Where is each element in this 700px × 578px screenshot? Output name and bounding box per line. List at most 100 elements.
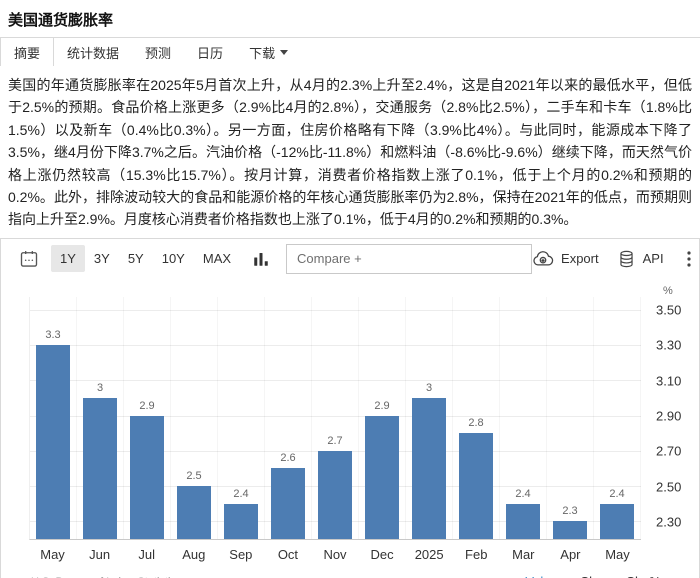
database-icon xyxy=(617,249,636,269)
range-button-10y[interactable]: 10Y xyxy=(153,245,194,272)
x-axis-label: Jul xyxy=(138,546,155,562)
footer-link-value[interactable]: Value xyxy=(525,574,557,578)
bar-slot: 2.8 xyxy=(453,296,500,539)
range-button-1y[interactable]: 1Y xyxy=(51,245,85,273)
bar-slot: 2.4 xyxy=(594,296,641,539)
export-button[interactable]: Export xyxy=(532,249,599,269)
export-label: Export xyxy=(561,251,599,267)
tab-statistics[interactable]: 统计数据 xyxy=(54,38,132,66)
bar-value-label: 2.9 xyxy=(374,399,390,412)
y-tick-label: 2.90 xyxy=(656,408,682,424)
range-button-5y[interactable]: 5Y xyxy=(119,245,153,272)
y-tick-label: 3.50 xyxy=(656,302,682,318)
bar[interactable] xyxy=(83,398,117,539)
x-axis-label: May xyxy=(605,546,630,562)
x-axis-label: Mar xyxy=(512,546,535,562)
bar-slot: 2.9 xyxy=(359,296,406,539)
tab-download[interactable]: 下载 xyxy=(236,38,301,66)
bar-chart: 3.3 3 2.9 2.5 2.4 2.6 2.7 2.9 3 2.8 2.4 2.3 2.4 % 3.… xyxy=(1,279,699,567)
y-axis: % 3.50 3.30 3.10 2.90 2.70 2.50 2.30 xyxy=(641,285,700,540)
bar[interactable] xyxy=(459,433,493,539)
bar-slot: 3.3 xyxy=(30,296,77,539)
bar-slot: 2.3 xyxy=(547,296,594,539)
bars-container: 3.3 3 2.9 2.5 2.4 2.6 2.7 2.9 3 2.8 2.4 2.3 2.4 xyxy=(30,296,641,539)
x-axis-label: Jun xyxy=(89,546,111,562)
y-tick-label: 2.50 xyxy=(656,479,682,495)
api-label: API xyxy=(642,251,664,267)
bar[interactable] xyxy=(130,415,164,539)
column-chart-icon[interactable] xyxy=(248,246,274,272)
tab-statistics-label: 统计数据 xyxy=(67,45,120,61)
bar-slot: 3 xyxy=(406,296,453,539)
page-title: 美国通货膨胀率 xyxy=(8,12,114,29)
range-button-3y[interactable]: 3Y xyxy=(85,245,119,272)
bar-value-label: 2.7 xyxy=(327,434,343,447)
bar-slot: 2.9 xyxy=(124,296,171,539)
api-button[interactable]: API xyxy=(617,249,664,269)
y-tick-label: 3.10 xyxy=(656,373,682,389)
bar[interactable] xyxy=(412,398,446,539)
tab-bar: 摘要 统计数据 预测 日历 下载 xyxy=(0,37,700,66)
footer-link-chg[interactable]: Chg xyxy=(580,574,604,578)
compare-input[interactable] xyxy=(286,243,533,274)
chevron-down-icon xyxy=(280,50,289,55)
range-buttons: 1Y 3Y 5Y 10Y MAX xyxy=(51,245,240,273)
x-axis-label: Feb xyxy=(465,546,488,562)
bar[interactable] xyxy=(36,345,70,539)
x-axis-label: Dec xyxy=(370,546,394,562)
bar-slot: 2.4 xyxy=(500,296,547,539)
bar[interactable] xyxy=(365,415,399,539)
bar-value-label: 2.5 xyxy=(186,470,202,483)
bar-value-label: 3.3 xyxy=(45,329,61,342)
bar-value-label: 2.3 xyxy=(562,505,578,518)
y-tick-label: 2.70 xyxy=(656,443,682,459)
bar[interactable] xyxy=(224,503,258,539)
x-axis-label: Apr xyxy=(560,546,581,562)
x-axis-label: 2025 xyxy=(414,546,444,562)
bar[interactable] xyxy=(553,521,587,539)
footer-link-chg-pct[interactable]: Chg% xyxy=(626,574,661,578)
bar-slot: 2.4 xyxy=(218,296,265,539)
bar[interactable] xyxy=(600,503,634,539)
x-axis-label: Aug xyxy=(182,546,206,562)
bar-slot: 2.5 xyxy=(171,296,218,539)
compare-field-wrap xyxy=(286,243,533,274)
bar-value-label: 2.8 xyxy=(468,417,484,430)
tab-calendar[interactable]: 日历 xyxy=(184,38,236,66)
summary-paragraph: 美国的年通货膨胀率在2025年5月首次上升，从4月的2.3%上升至2.4%，这是… xyxy=(8,77,692,228)
y-axis-unit: % xyxy=(663,284,673,297)
range-button-max[interactable]: MAX xyxy=(194,245,240,272)
x-axis-label: May xyxy=(40,546,65,562)
plot-area: 3.3 3 2.9 2.5 2.4 2.6 2.7 2.9 3 2.8 2.4 2.3 2.4 xyxy=(29,296,641,540)
tab-summary-label: 摘要 xyxy=(14,45,41,61)
bar-value-label: 3 xyxy=(425,382,433,395)
tab-download-label: 下载 xyxy=(249,45,276,61)
x-axis-label: Nov xyxy=(323,546,347,562)
bar-value-label: 3 xyxy=(96,382,104,395)
toolbar-right-group: Export API xyxy=(532,245,696,273)
tab-forecast-label: 预测 xyxy=(145,45,172,61)
bar-value-label: 2.4 xyxy=(233,487,249,500)
bar[interactable] xyxy=(318,450,352,539)
bar-value-label: 2.6 xyxy=(280,452,296,465)
chart-toolbar: 1Y 3Y 5Y 10Y MAX Compare + Export API xyxy=(1,239,699,279)
bar-slot: 2.7 xyxy=(312,296,359,539)
bar[interactable] xyxy=(271,468,305,539)
calendar-icon[interactable] xyxy=(15,245,43,273)
tab-summary[interactable]: 摘要 xyxy=(0,38,55,66)
bar-value-label: 2.4 xyxy=(609,487,625,500)
kebab-menu-icon[interactable] xyxy=(682,245,696,273)
y-tick-label: 2.30 xyxy=(656,514,682,530)
tab-calendar-label: 日历 xyxy=(197,45,224,61)
bar-value-label: 2.4 xyxy=(515,487,531,500)
bar[interactable] xyxy=(177,486,211,539)
y-tick-label: 3.30 xyxy=(656,337,682,353)
bar[interactable] xyxy=(506,503,540,539)
bar-slot: 2.6 xyxy=(265,296,312,539)
x-axis-label: Oct xyxy=(277,546,299,562)
tab-forecast[interactable]: 预测 xyxy=(132,38,184,66)
x-axis-label: Sep xyxy=(229,546,253,562)
cloud-download-icon xyxy=(532,249,554,269)
bar-value-label: 2.9 xyxy=(139,399,155,412)
x-axis-labels: May Jun Jul Aug Sep Oct Nov Dec 2025 Feb Mar Apr May xyxy=(29,544,641,562)
